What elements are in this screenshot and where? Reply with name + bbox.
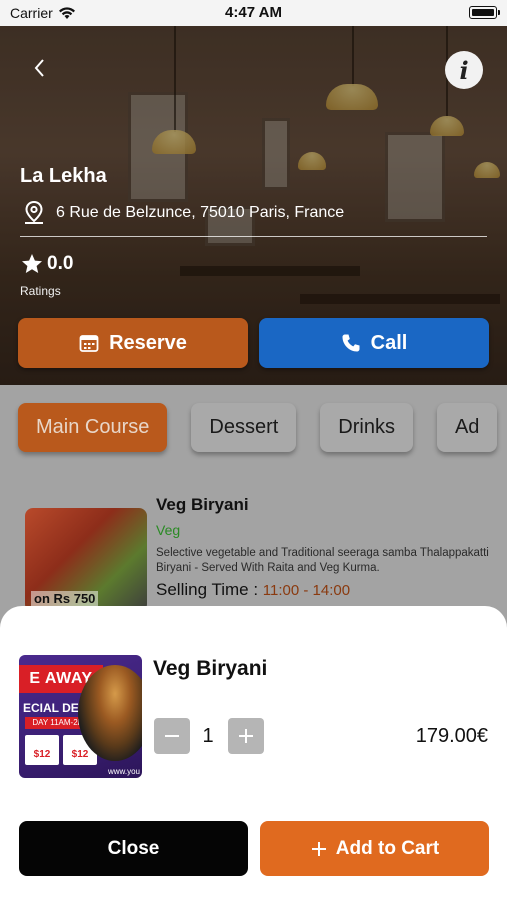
reserve-label: Reserve	[109, 331, 187, 354]
burger-image	[78, 665, 142, 761]
quantity-value: 1	[202, 725, 214, 747]
calendar-icon	[79, 335, 99, 352]
increase-quantity-button[interactable]	[228, 718, 264, 754]
thumb-price-1: $12	[25, 735, 59, 765]
minus-icon	[165, 735, 179, 737]
menu-item-description: Selective vegetable and Traditional seer…	[156, 547, 489, 574]
menu-item-image: on Rs 750	[25, 508, 147, 612]
thumb-url: www.you	[107, 767, 140, 776]
tab-drinks[interactable]: Drinks	[320, 403, 413, 452]
call-label: Call	[370, 331, 408, 354]
info-button[interactable]: i	[445, 51, 483, 89]
tab-ad[interactable]: Ad	[436, 403, 498, 452]
clock: 4:47 AM	[225, 4, 282, 21]
restaurant-address: 6 Rue de Belzunce, 75010 Paris, France	[22, 200, 344, 226]
menu-item-image-text: on Rs 750	[31, 591, 99, 606]
call-button[interactable]: Call	[259, 318, 489, 368]
add-to-cart-sheet: E AWAY ECIAL DEAL DAY 11AM-2PM $12 $12 w…	[0, 606, 507, 900]
ratings-label: Ratings	[20, 284, 61, 298]
menu-item-type: Veg	[156, 522, 181, 538]
decrease-quantity-button[interactable]	[154, 718, 190, 754]
menu-item-title: Veg Biryani	[156, 495, 249, 514]
rating: 0.0	[20, 252, 73, 276]
tab-dessert[interactable]: Dessert	[191, 403, 297, 452]
phone-icon	[342, 334, 360, 352]
sheet-item-title: Veg Biryani	[153, 657, 268, 680]
status-bar: Carrier 4:47 AM	[0, 0, 507, 26]
restaurant-name: La Lekha	[20, 165, 107, 187]
reserve-button[interactable]: Reserve	[18, 318, 248, 368]
tab-main-course[interactable]: Main Course	[18, 403, 168, 452]
selling-time-label: Selling Time :	[156, 580, 259, 599]
back-button[interactable]	[28, 56, 52, 80]
battery-icon	[469, 6, 500, 19]
rating-value: 0.0	[47, 253, 74, 274]
selling-time-range: 11:00 - 14:00	[262, 582, 351, 599]
info-icon: i	[459, 55, 469, 85]
sheet-item-image: E AWAY ECIAL DEAL DAY 11AM-2PM $12 $12 w…	[19, 655, 142, 778]
menu-item[interactable]: on Rs 750 Veg Biryani Veg Selective vege…	[25, 492, 507, 612]
hero-divider	[20, 236, 487, 237]
address-text: 6 Rue de Belzunce, 75010 Paris, France	[56, 204, 345, 221]
star-icon	[22, 254, 42, 273]
add-to-cart-button[interactable]: Add to Cart	[260, 821, 489, 876]
plus-icon	[311, 841, 326, 856]
restaurant-hero: i La Lekha 6 Rue de Belzunce, 75010 Pari…	[0, 26, 507, 385]
close-button[interactable]: Close	[19, 821, 248, 876]
location-pin-icon	[25, 200, 43, 224]
add-to-cart-label: Add to Cart	[335, 837, 440, 859]
menu-item-selling-time: Selling Time : 11:00 - 14:00	[156, 580, 350, 600]
plus-icon	[239, 729, 253, 743]
close-label: Close	[107, 837, 160, 859]
category-tabs: Main Course Dessert Drinks Ad	[18, 403, 498, 452]
item-price: 179.00€	[415, 725, 488, 747]
